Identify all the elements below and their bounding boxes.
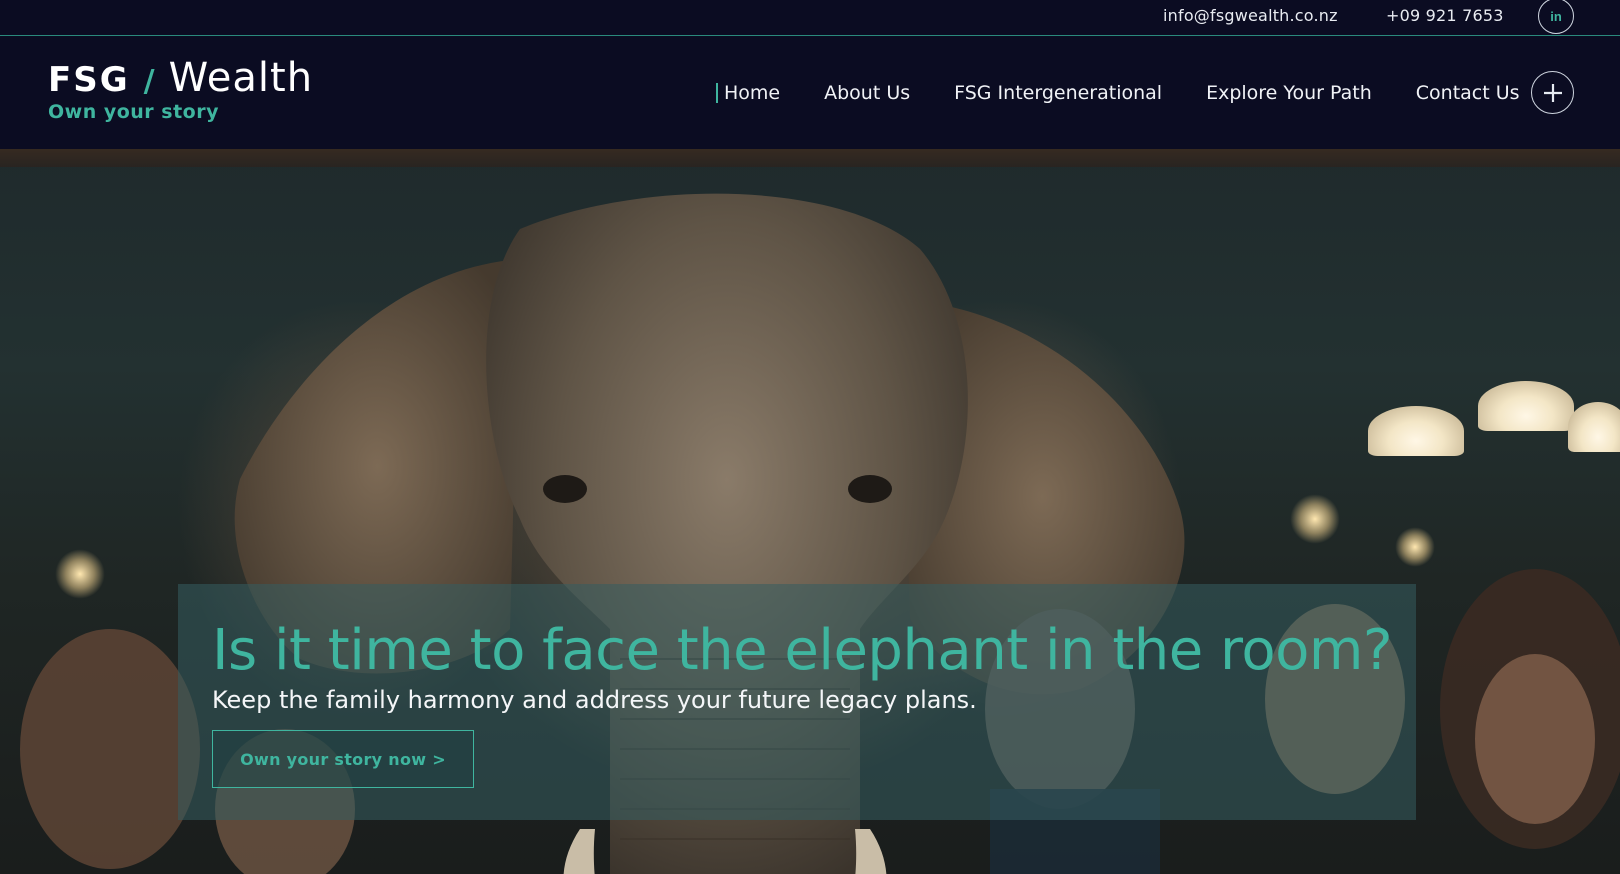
nav-item-about-us[interactable]: About Us [824, 82, 910, 104]
main-navbar: FSG / Wealth Own your story Home About U… [0, 37, 1620, 149]
nav-item-fsg-intergenerational[interactable]: FSG Intergenerational [954, 82, 1162, 104]
hero-ceiling [0, 149, 1620, 167]
nav-item-contact-us[interactable]: Contact Us [1416, 82, 1520, 104]
phone-link[interactable]: +09 921 7653 [1386, 6, 1504, 25]
lamp-3 [1568, 402, 1620, 452]
hero-overlay-card: Is it time to face the elephant in the r… [178, 584, 1416, 820]
email-link[interactable]: info@fsgwealth.co.nz [1163, 6, 1338, 25]
linkedin-label: in [1550, 8, 1562, 24]
logo-tagline: Own your story [48, 101, 219, 123]
site-logo[interactable]: FSG / Wealth Own your story [48, 55, 313, 123]
plus-icon [1543, 83, 1562, 102]
logo-fsg: FSG [48, 60, 130, 100]
logo-wordmark: FSG / Wealth [48, 55, 313, 101]
hero-subheadline: Keep the family harmony and address your… [212, 686, 977, 714]
nav-item-home[interactable]: Home [724, 82, 780, 104]
nav-item-explore-your-path[interactable]: Explore Your Path [1206, 82, 1372, 104]
own-your-story-button[interactable]: Own your story now > [212, 730, 474, 788]
top-contact-bar: info@fsgwealth.co.nz +09 921 7653 in [0, 0, 1620, 36]
light-glow-1 [1290, 494, 1340, 544]
active-indicator [716, 83, 718, 103]
logo-wealth: Wealth [168, 55, 314, 101]
lamp-2 [1478, 381, 1574, 431]
logo-slash: / [143, 64, 155, 99]
menu-expand-button[interactable] [1531, 71, 1574, 114]
hero-section: Is it time to face the elephant in the r… [0, 149, 1620, 874]
primary-nav: Home About Us FSG Intergenerational Expl… [716, 79, 1520, 107]
lamp-1 [1368, 406, 1464, 456]
hero-headline: Is it time to face the elephant in the r… [212, 618, 1393, 683]
linkedin-icon[interactable]: in [1538, 0, 1574, 34]
